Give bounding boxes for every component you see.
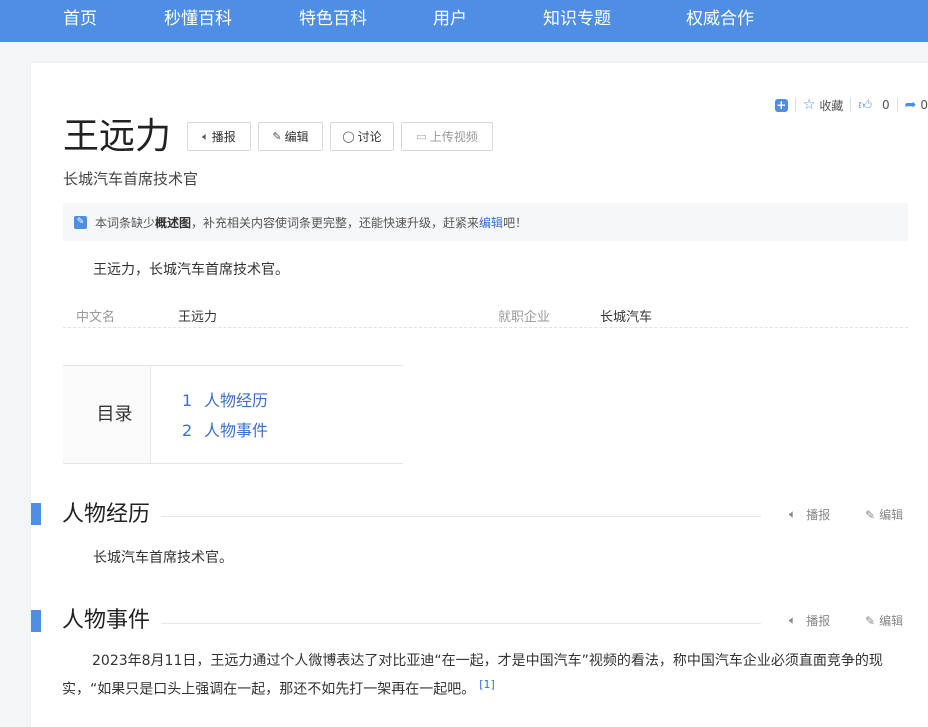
add-icon[interactable]: + bbox=[774, 98, 788, 112]
edit-button[interactable]: ✎ 编辑 bbox=[258, 122, 323, 151]
nav-item-home[interactable]: 首页 bbox=[63, 0, 97, 38]
section-title: 人物事件 bbox=[62, 608, 151, 633]
citation-link[interactable]: [1] bbox=[479, 678, 495, 691]
toc-list: 1 人物经历 2 人物事件 bbox=[151, 366, 403, 463]
discuss-button[interactable]: ◯ 讨论 bbox=[330, 122, 394, 151]
notice-bold: 概述图 bbox=[155, 215, 192, 230]
divider bbox=[850, 98, 852, 112]
info-label: 就职企业 bbox=[498, 310, 551, 325]
section-divider bbox=[161, 516, 761, 517]
divider bbox=[794, 98, 796, 112]
divider bbox=[896, 98, 898, 112]
share-button[interactable]: ➦ 0 bbox=[905, 97, 928, 113]
entry-summary: 王远力，长城汽车首席技术官。 bbox=[93, 262, 289, 278]
page-title: 王远力 bbox=[63, 116, 172, 157]
section-edit-label: 编辑 bbox=[879, 508, 904, 522]
top-nav: 首页 秒懂百科 特色百科 用户 知识专题 权威合作 bbox=[0, 0, 928, 42]
share-count: 0 bbox=[920, 98, 928, 112]
toc-label: 目录 bbox=[63, 366, 151, 463]
section-edit-button[interactable]: ✎ 编辑 bbox=[865, 612, 903, 629]
info-label: 中文名 bbox=[76, 310, 116, 325]
speaker-icon: 🔈︎ bbox=[789, 507, 797, 521]
nav-item-authority[interactable]: 权威合作 bbox=[686, 0, 754, 38]
notice-edit-link[interactable]: 编辑 bbox=[479, 214, 503, 231]
section-divider bbox=[161, 623, 761, 624]
section-paragraph: 2023年8月11日，王远力通过个人微博表达了对比亚迪“在一起，才是中国汽车”视… bbox=[62, 649, 910, 702]
edit-label: 编辑 bbox=[284, 130, 309, 144]
section-read-button[interactable]: 🔈︎ 播报 bbox=[789, 506, 830, 523]
speaker-icon: 🔈︎ bbox=[789, 613, 797, 627]
notice-mid: ，补充相关内容使词条更完整，还能快速升级，赶紧来 bbox=[191, 215, 480, 230]
nav-item-users[interactable]: 用户 bbox=[433, 0, 467, 38]
speaker-icon: 🔈︎ bbox=[202, 129, 209, 143]
missing-image-notice: ✎ 本词条缺少 概述图 ，补充相关内容使词条更完整，还能快速升级，赶紧来 编辑 吧！ bbox=[63, 203, 908, 241]
like-button[interactable]: 👍︎ 0 bbox=[858, 98, 889, 113]
section-title: 人物经历 bbox=[62, 502, 151, 527]
notice-post: 吧！ bbox=[503, 215, 528, 230]
notice-pre: 本词条缺少 bbox=[95, 215, 156, 230]
discuss-label: 讨论 bbox=[357, 130, 382, 144]
section-edit-button[interactable]: ✎ 编辑 bbox=[865, 506, 903, 523]
nav-item-featured[interactable]: 特色百科 bbox=[299, 0, 367, 38]
section-read-label: 播报 bbox=[806, 508, 831, 522]
entry-subtitle: 长城汽车首席技术官 bbox=[63, 170, 199, 188]
nav-item-miaodong[interactable]: 秒懂百科 bbox=[164, 0, 232, 38]
section-read-label: 播报 bbox=[806, 614, 831, 628]
share-icon: ➦ bbox=[904, 97, 917, 113]
read-aloud-button[interactable]: 🔈︎ 播报 bbox=[187, 122, 251, 151]
favorite-button[interactable]: ☆ 收藏 bbox=[803, 97, 844, 114]
section-edit-label: 编辑 bbox=[879, 614, 904, 628]
toc-item-number: 1 bbox=[182, 391, 193, 410]
toc-item-label: 人物经历 bbox=[204, 391, 269, 410]
toc-item[interactable]: 2 人物事件 bbox=[182, 417, 268, 441]
info-value: 长城汽车 bbox=[600, 310, 653, 325]
pencil-icon: ✎ bbox=[865, 507, 876, 522]
like-count: 0 bbox=[881, 98, 890, 112]
upload-video-label: 上传视频 bbox=[429, 130, 478, 144]
pencil-icon: ✎ bbox=[272, 130, 282, 143]
table-of-contents: 目录 1 人物经历 2 人物事件 bbox=[63, 365, 403, 464]
entry-toolbar: + ☆ 收藏 👍︎ 0 ➦ 0 bbox=[774, 97, 928, 114]
entry-card: + ☆ 收藏 👍︎ 0 ➦ 0 王远力 🔈︎ 播报 ✎ 编辑 ◯ 讨论 ▭ 上传… bbox=[30, 62, 928, 727]
section-body: 2023年8月11日，王远力通过个人微博表达了对比亚迪“在一起，才是中国汽车”视… bbox=[62, 653, 883, 698]
favorite-label: 收藏 bbox=[819, 98, 844, 113]
star-icon: ☆ bbox=[802, 97, 816, 113]
section-body: 长城汽车首席技术官。 bbox=[93, 550, 233, 566]
thumbs-up-icon: 👍︎ bbox=[858, 97, 872, 113]
info-value: 王远力 bbox=[178, 310, 218, 325]
section-marker bbox=[31, 503, 41, 525]
section-marker bbox=[31, 610, 41, 632]
upload-video-button[interactable]: ▭ 上传视频 bbox=[401, 122, 493, 151]
chat-bubble-icon: ◯ bbox=[342, 130, 355, 143]
read-aloud-label: 播报 bbox=[211, 130, 236, 144]
pencil-icon: ✎ bbox=[865, 613, 876, 628]
section-read-button[interactable]: 🔈︎ 播报 bbox=[789, 612, 830, 629]
video-icon: ▭ bbox=[416, 130, 427, 143]
pencil-icon: ✎ bbox=[74, 215, 87, 229]
toc-item[interactable]: 1 人物经历 bbox=[182, 387, 268, 411]
nav-item-topics[interactable]: 知识专题 bbox=[543, 0, 611, 38]
basic-info: 中文名 王远力 就职企业 长城汽车 bbox=[63, 306, 908, 328]
toc-item-number: 2 bbox=[182, 421, 193, 440]
toc-item-label: 人物事件 bbox=[204, 421, 269, 440]
